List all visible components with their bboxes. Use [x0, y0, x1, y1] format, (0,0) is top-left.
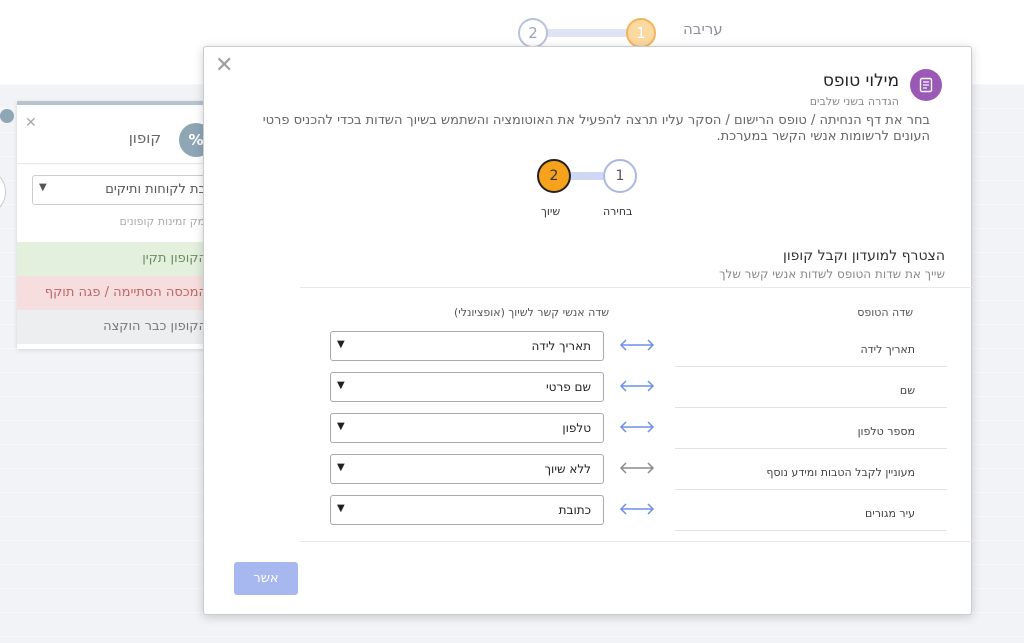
form-name: הצטרף למועדון וקבל קופון: [783, 248, 945, 264]
step-connector: [571, 172, 603, 180]
modal-title: מילוי טופס: [822, 71, 899, 91]
form-fill-modal: ✕ מילוי טופס הגדרה בשני שלבים בחר את דף …: [203, 46, 972, 615]
background-step-line: [546, 29, 628, 37]
double-arrow-icon: [619, 380, 655, 392]
mapping-row: עיר מגורים כתובת ▼: [204, 495, 973, 531]
contact-field-value: שם פרטי: [545, 380, 591, 394]
step-1-label: בחירה: [603, 205, 633, 218]
mapping-row: שם שם פרטי ▼: [204, 372, 973, 408]
contact-field-select[interactable]: כתובת ▼: [330, 495, 604, 525]
coupon-card-title: קופון: [128, 129, 161, 147]
contact-field-value: תאריך לידה: [531, 339, 591, 353]
coupon-status-valid: הקופון תקין: [17, 242, 217, 276]
coupon-select[interactable]: הטבת לקוחות ותיקים ▼: [32, 175, 217, 205]
divider: [17, 163, 217, 164]
column-header-contact-field: שדה אנשי קשר לשיוך (אופציונלי): [454, 306, 610, 319]
chevron-down-icon: ▼: [337, 380, 345, 391]
coupon-hint: מק זמינות קופונים: [119, 215, 205, 228]
double-arrow-icon: [619, 503, 655, 515]
coupon-status-used: הקופון כבר הוקצה: [17, 310, 217, 344]
step-1-indicator[interactable]: 1: [603, 159, 637, 193]
column-header-form-field: שדה הטופס: [857, 306, 913, 319]
contact-field-value: כתובת: [558, 503, 591, 517]
mapping-row: תאריך לידה תאריך לידה ▼: [204, 331, 973, 367]
background-step-label: עריבה: [683, 20, 723, 38]
chevron-down-icon: ▼: [39, 182, 47, 193]
double-arrow-icon: [619, 421, 655, 433]
connector-dot: [0, 109, 14, 123]
mapping-row: מעוניין לקבל הטבות ומידע נוסף ללא שיוך ▼: [204, 454, 973, 490]
close-icon[interactable]: ✕: [215, 53, 233, 78]
form-field-name: מספר טלפון: [675, 423, 947, 449]
contact-field-select[interactable]: טלפון ▼: [330, 413, 604, 443]
modal-description: בחר את דף הנחיתה / טופס הרישום / הסקר על…: [262, 113, 930, 144]
wizard-stepper: 2 1 שיוך בחירה: [537, 159, 647, 219]
double-arrow-icon: [619, 339, 655, 351]
contact-field-value: טלפון: [562, 421, 591, 435]
form-field-name: מעוניין לקבל הטבות ומידע נוסף: [675, 464, 947, 490]
coupon-card[interactable]: ✕ קופון % הטבת לקוחות ותיקים ▼ מק זמינות…: [17, 101, 217, 349]
contact-field-select[interactable]: תאריך לידה ▼: [330, 331, 604, 361]
contact-field-value: ללא שיוך: [544, 462, 591, 476]
form-icon: [910, 69, 942, 101]
divider: [300, 541, 972, 542]
mapping-row: מספר טלפון טלפון ▼: [204, 413, 973, 449]
confirm-button[interactable]: אשר: [234, 562, 298, 595]
modal-subtitle: הגדרה בשני שלבים: [809, 95, 899, 108]
chevron-down-icon: ▼: [337, 421, 345, 432]
close-icon[interactable]: ✕: [25, 115, 37, 131]
coupon-status-expired: המכסה הסתיימה / פגה תוקף: [17, 276, 217, 310]
contact-field-select[interactable]: שם פרטי ▼: [330, 372, 604, 402]
background-step-1: 1: [626, 18, 656, 48]
chevron-down-icon: ▼: [337, 462, 345, 473]
coupon-select-value: הטבת לקוחות ותיקים: [105, 182, 217, 197]
mapping-instructions: שייך את שדות הטופס לשדות אנשי קשר שלך: [719, 267, 945, 281]
background-step-2: 2: [518, 18, 548, 48]
form-field-name: שם: [675, 382, 947, 408]
divider: [300, 287, 972, 288]
double-arrow-icon: [619, 462, 655, 474]
chevron-down-icon: ▼: [337, 339, 345, 350]
chevron-down-icon: ▼: [337, 503, 345, 514]
contact-field-select[interactable]: ללא שיוך ▼: [330, 454, 604, 484]
form-field-name: עיר מגורים: [675, 505, 947, 531]
step-2-indicator[interactable]: 2: [537, 159, 571, 193]
step-2-label: שיוך: [541, 205, 561, 218]
form-field-name: תאריך לידה: [675, 341, 947, 367]
